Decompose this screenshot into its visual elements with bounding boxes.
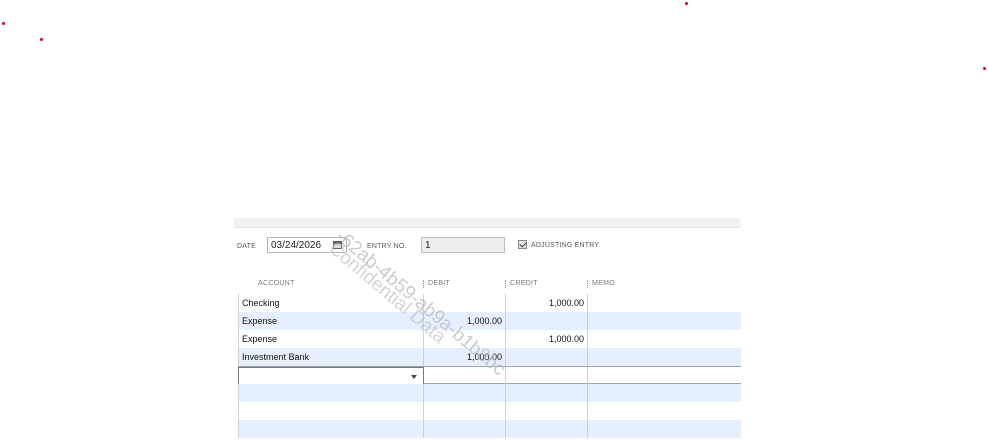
- adjusting-entry-checkbox[interactable]: [518, 240, 527, 249]
- table-row[interactable]: [238, 384, 741, 402]
- table-row[interactable]: Expense 1,000.00: [238, 312, 741, 330]
- column-header-credit[interactable]: CREDIT: [510, 280, 538, 287]
- date-value: 03/24/2026: [271, 240, 322, 251]
- account-cell[interactable]: Expense: [238, 312, 424, 330]
- account-cell[interactable]: [238, 384, 424, 402]
- memo-cell[interactable]: [588, 330, 741, 348]
- entry-no-value: 1: [425, 240, 431, 251]
- memo-cell[interactable]: [588, 367, 741, 385]
- credit-cell[interactable]: [506, 348, 588, 366]
- credit-cell[interactable]: 1,000.00: [506, 294, 588, 312]
- column-separator: [505, 280, 507, 288]
- credit-cell[interactable]: [506, 420, 588, 438]
- column-header-memo[interactable]: MEMO: [592, 280, 615, 287]
- journal-table: Checking 1,000.00 Expense 1,000.00 Expen…: [238, 294, 741, 438]
- marker-dot: [983, 67, 986, 70]
- debit-cell[interactable]: 1,000.00: [424, 348, 506, 366]
- debit-cell[interactable]: 1,000.00: [424, 312, 506, 330]
- debit-cell[interactable]: [424, 330, 506, 348]
- account-dropdown[interactable]: [238, 367, 424, 385]
- memo-cell[interactable]: [588, 348, 741, 366]
- marker-dot: [40, 38, 43, 41]
- account-cell[interactable]: [238, 420, 424, 438]
- credit-cell[interactable]: [506, 367, 588, 385]
- debit-cell[interactable]: [424, 294, 506, 312]
- toolbar-strip: [234, 218, 741, 228]
- account-cell[interactable]: [238, 402, 424, 420]
- journal-entry-panel: DATE 03/24/2026 ENTRY NO. 1 ADJUSTING EN…: [234, 218, 741, 444]
- debit-cell[interactable]: [424, 367, 506, 385]
- adjusting-entry-label: ADJUSTING ENTRY: [531, 242, 600, 249]
- table-row[interactable]: [238, 420, 741, 438]
- credit-cell[interactable]: 1,000.00: [506, 330, 588, 348]
- date-field[interactable]: 03/24/2026: [267, 237, 347, 253]
- credit-cell[interactable]: [506, 402, 588, 420]
- memo-cell[interactable]: [588, 384, 741, 402]
- account-cell[interactable]: Expense: [238, 330, 424, 348]
- chevron-down-icon[interactable]: [411, 375, 417, 379]
- account-cell[interactable]: Investment Bank: [238, 348, 424, 366]
- table-row[interactable]: Expense 1,000.00: [238, 330, 741, 348]
- credit-cell[interactable]: [506, 384, 588, 402]
- marker-dot: [685, 2, 688, 5]
- entry-no-field[interactable]: 1: [421, 237, 505, 253]
- memo-cell[interactable]: [588, 420, 741, 438]
- column-separator: [423, 280, 425, 288]
- debit-cell[interactable]: [424, 402, 506, 420]
- column-header-account[interactable]: ACCOUNT: [258, 280, 295, 287]
- column-header-debit[interactable]: DEBIT: [428, 280, 450, 287]
- table-row-active[interactable]: [238, 366, 741, 385]
- calendar-icon[interactable]: [333, 241, 342, 249]
- memo-cell[interactable]: [588, 402, 741, 420]
- marker-dot: [2, 22, 5, 25]
- entry-no-label: ENTRY NO.: [367, 243, 407, 250]
- table-row[interactable]: [238, 402, 741, 420]
- credit-cell[interactable]: [506, 312, 588, 330]
- account-cell[interactable]: Checking: [238, 294, 424, 312]
- table-row[interactable]: Investment Bank 1,000.00: [238, 348, 741, 366]
- table-row[interactable]: Checking 1,000.00: [238, 294, 741, 312]
- debit-cell[interactable]: [424, 420, 506, 438]
- memo-cell[interactable]: [588, 312, 741, 330]
- date-label: DATE: [237, 243, 256, 250]
- column-separator: [587, 280, 589, 288]
- memo-cell[interactable]: [588, 294, 741, 312]
- debit-cell[interactable]: [424, 384, 506, 402]
